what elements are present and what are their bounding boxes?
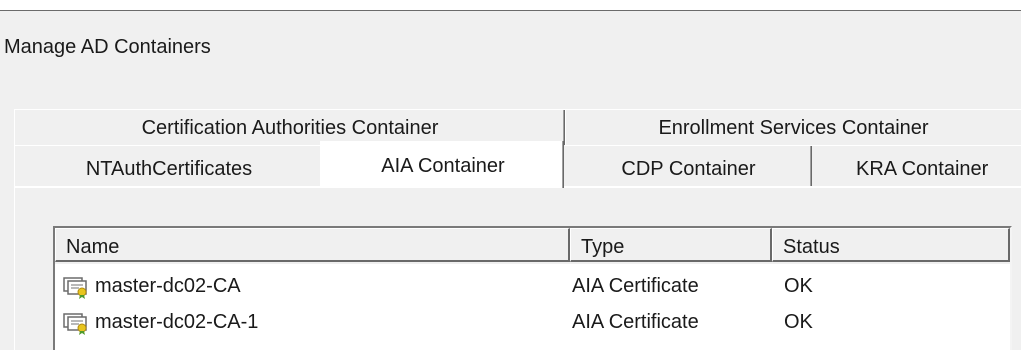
tab-certification-authorities-container[interactable]: Certification Authorities Container (14, 109, 565, 145)
list-item[interactable]: master-dc02-CA-1 AIA Certificate OK (55, 304, 1010, 340)
column-header-type[interactable]: Type (570, 228, 772, 262)
item-type: AIA Certificate (572, 275, 699, 297)
list-header: Name Type Status (55, 228, 1010, 264)
tab-label: AIA Container (381, 155, 505, 177)
tab-aia-container[interactable]: AIA Container (320, 141, 564, 188)
tab-label: Enrollment Services Container (658, 117, 929, 139)
item-name: master-dc02-CA (95, 275, 241, 297)
window-top-edge (0, 0, 1021, 11)
tab-kra-container[interactable]: KRA Container (812, 145, 1021, 187)
containers-list[interactable]: Name Type Status master-dc02-CA AIA Cert… (53, 226, 1012, 350)
item-status: OK (784, 275, 813, 297)
dialog-title: Manage AD Containers (4, 36, 211, 58)
tab-ntauthcertificates[interactable]: NTAuthCertificates (14, 145, 323, 187)
tab-label: Certification Authorities Container (141, 117, 439, 139)
item-type: AIA Certificate (572, 311, 699, 333)
column-header-status[interactable]: Status (772, 228, 1010, 262)
certificate-icon (63, 313, 87, 335)
tab-label: KRA Container (856, 158, 989, 180)
column-header-name[interactable]: Name (55, 228, 570, 262)
tab-enrollment-services-container[interactable]: Enrollment Services Container (565, 109, 1021, 145)
item-status: OK (784, 311, 813, 333)
list-item[interactable]: master-dc02-CA AIA Certificate OK (55, 268, 1010, 304)
tab-label: NTAuthCertificates (85, 158, 253, 180)
certificate-icon (63, 277, 87, 299)
manage-ad-containers-dialog: Manage AD Containers Certification Autho… (0, 0, 1021, 350)
tab-label: CDP Container (621, 158, 756, 180)
tab-cdp-container[interactable]: CDP Container (565, 145, 812, 187)
item-name: master-dc02-CA-1 (95, 311, 259, 333)
